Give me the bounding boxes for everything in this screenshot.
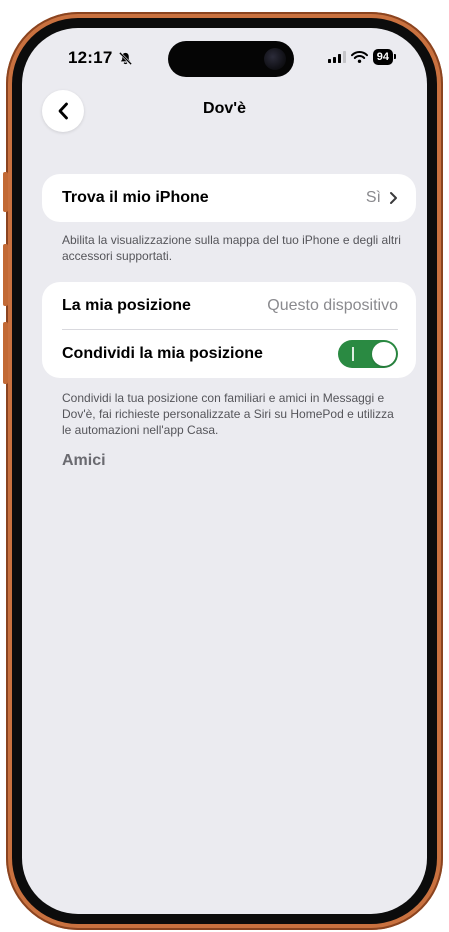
screen: 12:17 94 Dov'è Trova il mio iPhone Sì Ab… bbox=[22, 28, 427, 914]
status-time: 12:17 bbox=[68, 48, 113, 67]
cellular-signal-icon bbox=[327, 51, 346, 63]
find-my-card: Trova il mio iPhone Sì bbox=[42, 174, 416, 222]
status-indicators: 94 bbox=[327, 49, 397, 65]
share-location-row: Condividi la mia posizione bbox=[42, 330, 416, 378]
find-my-iphone-row[interactable]: Trova il mio iPhone Sì bbox=[42, 174, 416, 222]
camera-icon bbox=[264, 48, 286, 70]
volume-down-button bbox=[3, 322, 8, 384]
friends-section-header: Amici bbox=[62, 452, 106, 469]
share-location-toggle[interactable] bbox=[338, 340, 398, 368]
find-my-iphone-label: Trova il mio iPhone bbox=[62, 189, 209, 206]
share-location-label: Condividi la mia posizione bbox=[62, 345, 263, 362]
chevron-right-icon bbox=[390, 192, 397, 204]
dynamic-island bbox=[168, 41, 294, 77]
my-location-value: Questo dispositivo bbox=[267, 297, 398, 314]
page-title: Dov'è bbox=[203, 100, 246, 117]
share-location-footnote: Condividi la tua posizione con familiari… bbox=[62, 391, 394, 437]
action-button bbox=[3, 172, 8, 212]
find-my-iphone-value: Sì bbox=[365, 189, 381, 206]
my-location-label: La mia posizione bbox=[62, 297, 191, 314]
battery-indicator: 94 bbox=[372, 49, 397, 65]
toggle-knob bbox=[372, 342, 396, 366]
find-my-footnote: Abilita la visualizzazione sulla mappa d… bbox=[62, 233, 401, 263]
wifi-icon bbox=[350, 51, 368, 63]
toggle-on-indicator bbox=[352, 347, 354, 361]
location-card: La mia posizione Questo dispositivo Cond… bbox=[42, 282, 416, 378]
my-location-row[interactable]: La mia posizione Questo dispositivo bbox=[42, 282, 416, 330]
bell-slash-icon bbox=[119, 52, 132, 65]
volume-up-button bbox=[3, 244, 8, 306]
